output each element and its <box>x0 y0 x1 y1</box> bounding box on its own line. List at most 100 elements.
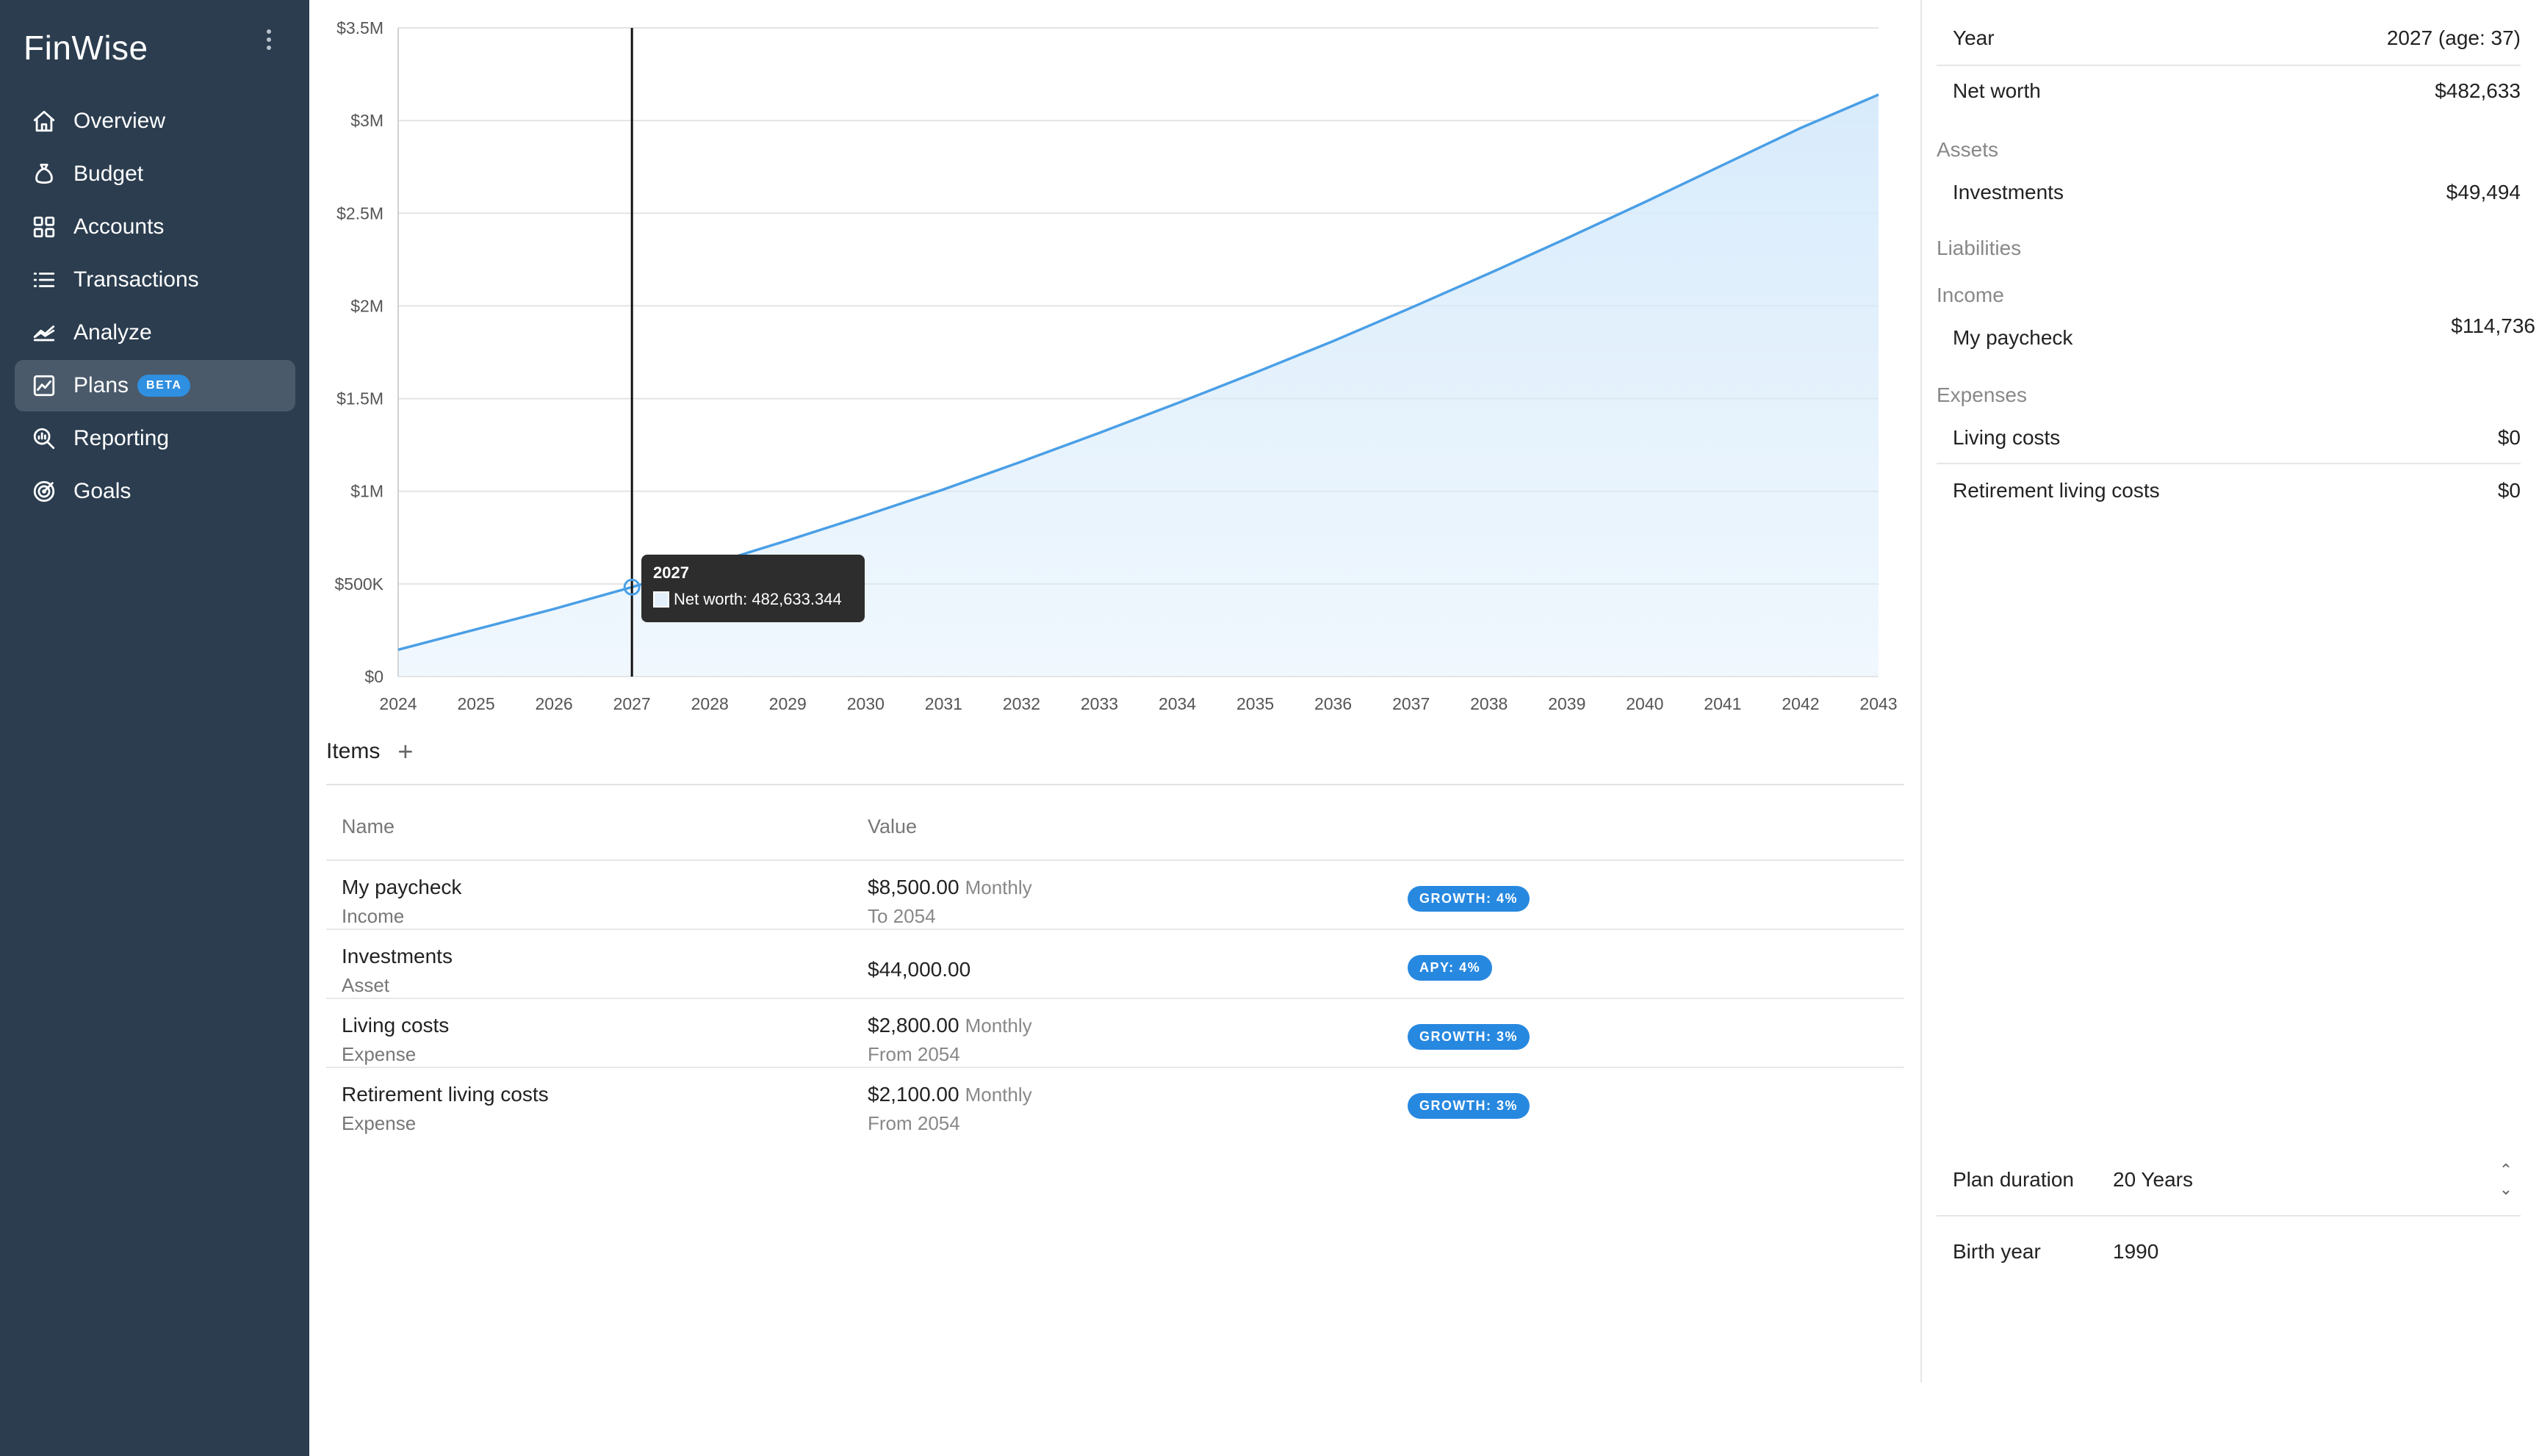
y-tick-label: $2M <box>350 296 383 315</box>
sidebar-item-label: Goals <box>73 479 132 503</box>
plan-duration-label: Plan duration <box>1953 1168 2075 1191</box>
item-name: My paycheck <box>342 876 462 898</box>
table-row[interactable]: Investments Asset $44,000.00 APY: 4% <box>326 930 1904 999</box>
item-frequency: Monthly <box>965 1014 1032 1037</box>
item-name: Investments <box>342 945 453 967</box>
sidebar-item-label: Analyze <box>73 320 152 345</box>
beta-badge: BETA <box>137 375 191 397</box>
y-tick-label: $1.5M <box>336 389 383 408</box>
sidebar-item-overview[interactable]: Overview <box>15 95 295 147</box>
chart-svg: $0 $500K $1M $1.5M $2M $2.5M $3M $3.5M 2024 2025 2… <box>334 18 1897 713</box>
item-period: From 2054 <box>868 1112 960 1134</box>
investments-label: Investments <box>1953 181 2064 203</box>
apy-badge: APY: 4% <box>1408 955 1493 981</box>
column-header-value: Value <box>868 815 918 837</box>
birth-year-field[interactable]: Birth year 1990 <box>1937 1240 2521 1264</box>
area-chart-icon <box>29 318 59 347</box>
x-tick-label: 2041 <box>1704 694 1741 713</box>
birth-year-value[interactable]: 1990 <box>2113 1240 2158 1264</box>
living-costs-value: $0 <box>2497 426 2521 449</box>
x-tick-label: 2039 <box>1548 694 1585 713</box>
item-period: From 2054 <box>868 1043 960 1065</box>
sidebar-item-label: Accounts <box>73 215 165 239</box>
x-tick-label: 2024 <box>379 694 417 713</box>
year-value: 2027 (age: 37) <box>2386 26 2521 49</box>
item-type: Asset <box>342 974 390 996</box>
main-content: $0 $500K $1M $1.5M $2M $2.5M $3M $3.5M 2024 2025 2… <box>309 0 2539 1456</box>
x-tick-label: 2025 <box>457 694 494 713</box>
x-tick-label: 2026 <box>536 694 573 713</box>
sidebar-item-analyze[interactable]: Analyze <box>15 307 295 358</box>
sidebar-item-plans[interactable]: Plans BETA <box>15 360 295 411</box>
investments-value: $49,494 <box>2446 181 2521 203</box>
item-period: To 2054 <box>868 905 936 927</box>
sidebar-nav: Overview Budget Accounts Transactions An… <box>15 95 295 519</box>
y-tick-label: $500K <box>334 574 383 594</box>
year-label: Year <box>1953 26 1995 49</box>
item-type: Expense <box>342 1112 417 1134</box>
divider <box>1937 1215 2521 1217</box>
expenses-section: Expenses <box>1937 383 2027 406</box>
item-name: Retirement living costs <box>342 1083 549 1106</box>
table-row[interactable]: My paycheck Income $8,500.00 Monthly To 2… <box>326 861 1904 930</box>
sidebar-item-label: Reporting <box>73 426 170 450</box>
investments-row: Investments $49,494 <box>1937 181 2521 204</box>
living-costs-label: Living costs <box>1953 426 2061 449</box>
paycheck-row: My paycheck $114,736 <box>1937 314 2535 350</box>
table-header: Name Value <box>326 801 1904 861</box>
net-worth-chart[interactable]: $0 $500K $1M $1.5M $2M $2.5M $3M $3.5M 2024 2025 2… <box>309 0 1926 735</box>
y-tick-label: $2.5M <box>336 203 383 223</box>
x-tick-label: 2037 <box>1392 694 1430 713</box>
item-frequency: Monthly <box>965 1084 1032 1106</box>
net-worth-row: Net worth $482,633 <box>1937 79 2521 103</box>
item-frequency: Monthly <box>965 876 1032 898</box>
x-tick-label: 2030 <box>847 694 885 713</box>
sidebar-item-budget[interactable]: Budget <box>15 148 295 200</box>
living-costs-row: Living costs $0 <box>1937 426 2521 450</box>
x-tick-label: 2042 <box>1782 694 1819 713</box>
item-name: Living costs <box>342 1014 450 1037</box>
plan-duration-value[interactable]: 20 Years <box>2113 1168 2491 1192</box>
y-tick-label: $0 <box>364 667 383 686</box>
home-icon <box>29 107 59 136</box>
plan-duration-select[interactable]: Plan duration 20 Years ⌃ ⌄ <box>1937 1161 2521 1199</box>
money-bag-icon <box>29 159 59 189</box>
add-item-button[interactable]: + <box>397 738 413 765</box>
item-type: Income <box>342 905 405 927</box>
divider <box>1937 65 2521 66</box>
x-tick-label: 2038 <box>1470 694 1508 713</box>
retirement-costs-row: Retirement living costs $0 <box>1937 479 2521 502</box>
search-report-icon <box>29 424 59 453</box>
x-tick-label: 2027 <box>613 694 651 713</box>
sidebar-item-label: Transactions <box>73 267 199 292</box>
sidebar-item-goals[interactable]: Goals <box>15 466 295 517</box>
net-worth-value: $482,633 <box>2435 79 2521 102</box>
sidebar-item-label: Plans <box>73 373 129 397</box>
list-icon <box>29 265 59 295</box>
more-options-icon[interactable] <box>260 29 278 56</box>
sidebar-item-accounts[interactable]: Accounts <box>15 201 295 253</box>
tooltip-value: Net worth: 482,633.344 <box>674 590 842 608</box>
table-row[interactable]: Living costs Expense $2,800.00 Monthly Fr… <box>326 999 1904 1068</box>
x-tick-label: 2040 <box>1626 694 1663 713</box>
retirement-costs-value: $0 <box>2497 479 2521 502</box>
divider <box>326 784 1904 785</box>
items-header: Items + <box>326 738 413 765</box>
x-tick-label: 2036 <box>1314 694 1352 713</box>
birth-year-label: Birth year <box>1953 1240 2041 1263</box>
chart-tooltip: 2027 Net worth: 482,633.344 <box>641 555 865 622</box>
sidebar-item-reporting[interactable]: Reporting <box>15 413 295 464</box>
x-tick-label: 2028 <box>691 694 729 713</box>
chevron-up-down-icon[interactable]: ⌃ ⌄ <box>2491 1161 2521 1199</box>
item-type: Expense <box>342 1043 417 1065</box>
sidebar-item-transactions[interactable]: Transactions <box>15 254 295 306</box>
net-worth-label: Net worth <box>1953 79 2041 102</box>
x-tick-label: 2032 <box>1003 694 1040 713</box>
item-amount: $2,800.00 Monthly <box>868 1014 1032 1037</box>
assets-section: Assets <box>1937 138 1999 161</box>
app-title: FinWise <box>24 29 148 67</box>
line-chart-icon <box>29 371 59 400</box>
x-tick-label: 2031 <box>925 694 962 713</box>
table-row[interactable]: Retirement living costs Expense $2,100.0… <box>326 1068 1904 1137</box>
growth-badge: GROWTH: 4% <box>1408 886 1530 912</box>
